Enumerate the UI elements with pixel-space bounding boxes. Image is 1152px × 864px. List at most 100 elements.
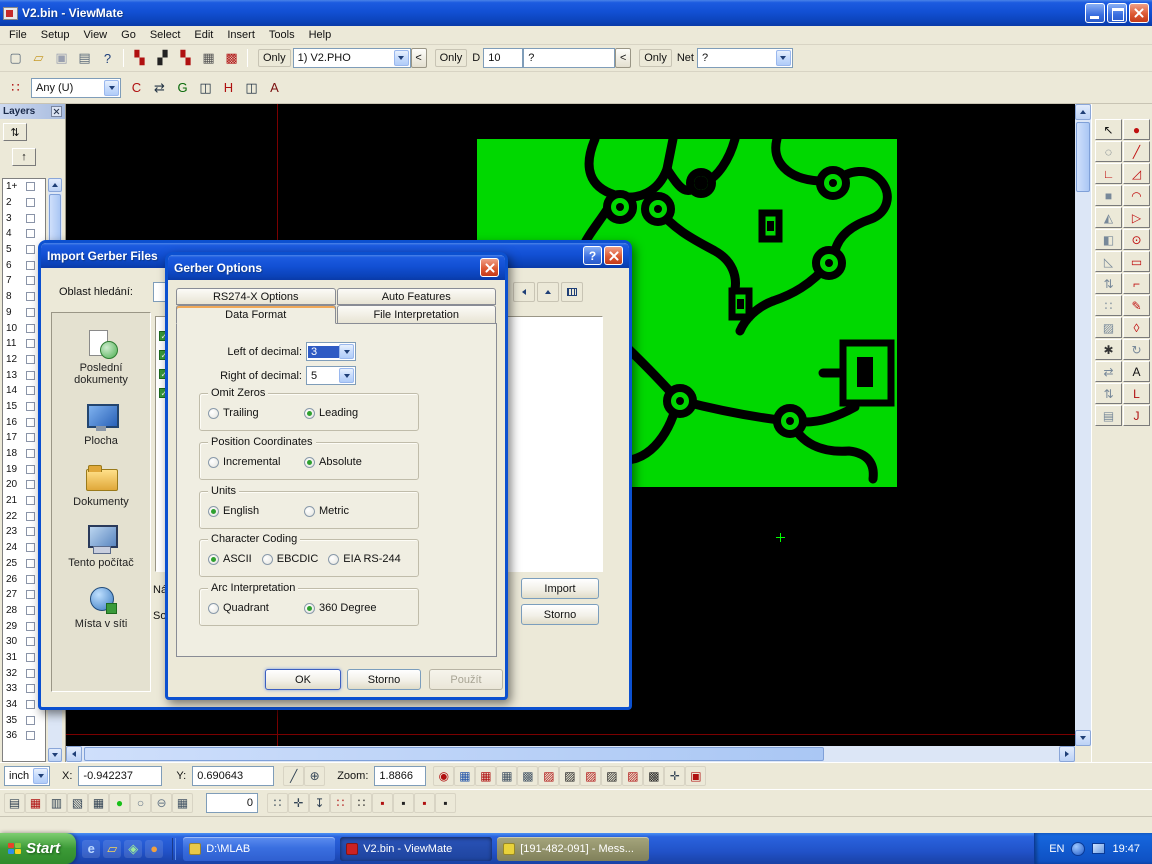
pattern-8-icon[interactable]: ∷ [351, 793, 372, 813]
pan-icon[interactable]: ✛ [664, 766, 685, 786]
flash-points-icon[interactable]: ▚ [128, 47, 151, 69]
taskbar-task[interactable]: [191-482-091] - Mess... [497, 837, 649, 861]
dcode-type-combo[interactable]: Any (U) [31, 78, 121, 98]
tab-auto-features[interactable]: Auto Features [337, 288, 497, 305]
zoom-window-icon[interactable]: ▦ [454, 766, 475, 786]
scroll-right-icon[interactable] [1059, 746, 1075, 762]
dropdown-arrow-icon[interactable] [339, 344, 354, 359]
radio-english[interactable]: English [208, 505, 294, 517]
radio-incremental[interactable]: Incremental [208, 456, 294, 468]
layer-row[interactable]: 36 [3, 728, 45, 744]
import-cancel-button[interactable]: Storno [521, 604, 599, 625]
grid-a-icon[interactable]: ▦ [496, 766, 517, 786]
zoom-point-icon[interactable]: ◉ [433, 766, 454, 786]
pattern-7-icon[interactable]: ∷ [330, 793, 351, 813]
pattern-4-icon[interactable]: ▨ [601, 766, 622, 786]
radio-360-degree[interactable]: 360 Degree [304, 602, 377, 614]
radio-eia-rs-244[interactable]: EIA RS-244 [328, 553, 400, 565]
pad-pattern-4-icon[interactable]: ▪ [435, 793, 456, 813]
layer-color-swatch[interactable] [26, 355, 35, 364]
tab-file-interpretation[interactable]: File Interpretation [337, 305, 497, 324]
left-of-decimal-combo[interactable]: 3 [306, 342, 356, 361]
menu-file[interactable]: File [2, 27, 34, 43]
dropdown-arrow-icon[interactable] [33, 768, 48, 784]
layer-color-swatch[interactable] [26, 543, 35, 552]
layer-filter-combo[interactable]: 1) V2.PHO [293, 48, 411, 68]
radio-quadrant[interactable]: Quadrant [208, 602, 294, 614]
canvas-horizontal-scrollbar[interactable] [66, 746, 1075, 762]
layer-color-swatch[interactable] [26, 245, 35, 254]
only-layer-toggle[interactable]: Only [258, 49, 291, 67]
layer-color-swatch[interactable] [26, 716, 35, 725]
zoom-out-icon[interactable]: ▦ [475, 766, 496, 786]
place-recent-documents[interactable]: Poslední dokumenty [52, 329, 150, 386]
canvas-vertical-scrollbar[interactable] [1075, 104, 1091, 746]
aperture-table-icon[interactable]: ▥ [46, 793, 67, 813]
context-help-icon[interactable]: ? [96, 47, 119, 69]
layer-color-swatch[interactable] [26, 339, 35, 348]
radio-leading[interactable]: Leading [304, 407, 358, 419]
grid-snap-icon[interactable]: ▦ [172, 793, 193, 813]
prev-layer-button[interactable]: < [411, 48, 427, 68]
print-icon[interactable]: ▤ [73, 47, 96, 69]
layer-color-swatch[interactable] [26, 182, 35, 191]
gear-icon[interactable]: ✱ [1095, 339, 1122, 360]
stack-icon[interactable]: ⇅ [1095, 273, 1122, 294]
place-network[interactable]: Místa v síti [52, 585, 150, 630]
layer-color-swatch[interactable] [26, 308, 35, 317]
hatch-icon[interactable]: ▨ [1095, 317, 1122, 338]
copy-tool-icon[interactable]: C [125, 77, 148, 99]
power-indicator-icon[interactable]: ● [109, 793, 130, 813]
snap-icon[interactable]: ▣ [685, 766, 706, 786]
radio-metric[interactable]: Metric [304, 505, 349, 517]
pad-pattern-3-icon[interactable]: ▪ [414, 793, 435, 813]
pad-pattern-1-icon[interactable]: ▪ [372, 793, 393, 813]
layer-color-swatch[interactable] [26, 700, 35, 709]
layer-color-swatch[interactable] [26, 292, 35, 301]
menu-tools[interactable]: Tools [262, 27, 302, 43]
new-file-icon[interactable]: ▢ [4, 47, 27, 69]
layer-color-swatch[interactable] [26, 669, 35, 678]
text-edit-icon[interactable]: A [1123, 361, 1150, 382]
radio-trailing[interactable]: Trailing [208, 407, 294, 419]
layer-color-swatch[interactable] [26, 496, 35, 505]
zoom-field[interactable]: 1.8866 [374, 766, 426, 786]
group-tool-icon[interactable]: G [171, 77, 194, 99]
y-coordinate-field[interactable]: 0.690643 [192, 766, 274, 786]
ok-button[interactable]: OK [265, 669, 341, 690]
netlist-icon[interactable]: ▦ [25, 793, 46, 813]
quicklaunch-ie-icon[interactable]: e [82, 840, 100, 858]
view-menu-icon[interactable] [561, 282, 583, 302]
up-folder-icon[interactable] [537, 282, 559, 302]
layer-color-swatch[interactable] [26, 606, 35, 615]
layer-color-swatch[interactable] [26, 512, 35, 521]
layer-color-swatch[interactable] [26, 386, 35, 395]
layer-up-icon[interactable]: ↑ [12, 148, 36, 166]
tab-rs274-x-options[interactable]: RS274-X Options [176, 288, 336, 305]
tray-app-icon[interactable] [1092, 843, 1105, 854]
swap-tool-icon[interactable]: ⇄ [148, 77, 171, 99]
highlight-tool-icon[interactable]: H [217, 77, 240, 99]
lamp-off-icon[interactable]: ○ [130, 793, 151, 813]
net-combo[interactable]: ? [697, 48, 793, 68]
report-icon[interactable]: ▤ [4, 793, 25, 813]
tab-data-format[interactable]: Data Format [176, 305, 336, 324]
menu-help[interactable]: Help [302, 27, 339, 43]
import-button[interactable]: Import [521, 578, 599, 599]
minimize-button[interactable] [1085, 3, 1105, 23]
close-button[interactable] [1129, 3, 1149, 23]
all-points-icon[interactable]: ▩ [220, 47, 243, 69]
back-folder-icon[interactable] [513, 282, 535, 302]
scroll-down-icon[interactable] [1075, 730, 1091, 746]
taskbar-task[interactable]: V2.bin - ViewMate [340, 837, 492, 861]
selection-dots-icon[interactable]: ∷ [4, 77, 27, 99]
grid-value-field[interactable]: 0 [206, 793, 258, 813]
pad-flash-icon[interactable]: ● [1123, 119, 1150, 140]
prev-dcode-button[interactable]: < [615, 48, 631, 68]
layer-color-swatch[interactable] [26, 276, 35, 285]
scroll-left-icon[interactable] [66, 746, 82, 762]
dropdown-arrow-icon[interactable] [339, 368, 354, 383]
select-circle-icon[interactable]: ◌ [1095, 141, 1122, 162]
cancel-button[interactable]: Storno [347, 669, 421, 690]
radio-ebcdic[interactable]: EBCDIC [262, 553, 319, 565]
